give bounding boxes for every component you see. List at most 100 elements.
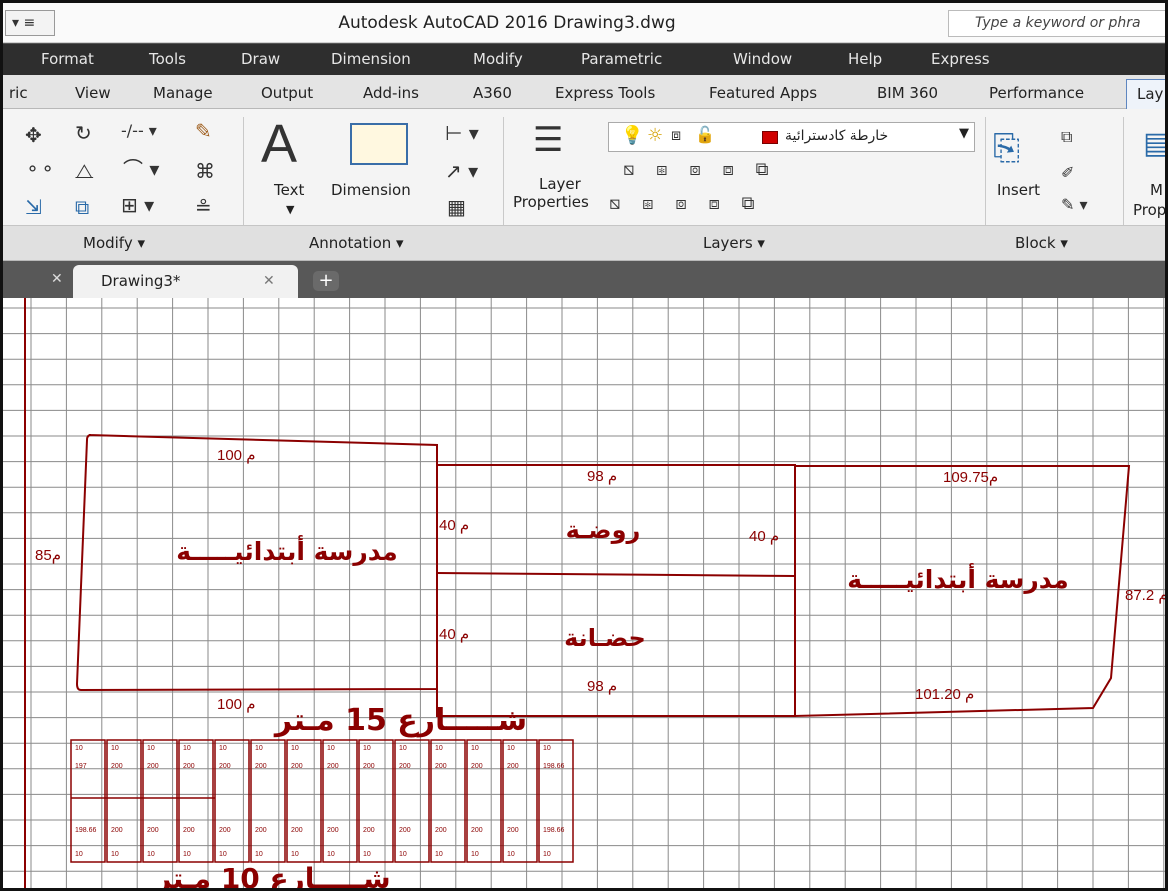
lightbulb-icon[interactable]: 💡 bbox=[621, 127, 643, 145]
mirror-icon[interactable]: ⧍ bbox=[75, 161, 94, 181]
dim-right-side: 87.2 م bbox=[1125, 587, 1168, 604]
plot-bottom-dim: 10 bbox=[543, 851, 551, 858]
tab-bim-360[interactable]: BIM 360 bbox=[877, 84, 938, 102]
offset-icon[interactable]: ≗ bbox=[195, 197, 212, 217]
insert-block-icon[interactable]: ⎘ bbox=[993, 131, 1020, 165]
scale-icon[interactable]: ⧉ bbox=[75, 197, 89, 217]
plot-area-upper: 200 bbox=[111, 763, 123, 770]
layer-tools-row1-icon[interactable]: ⧅ ⧆ ⧇ ⧈ ⧉ bbox=[623, 161, 777, 179]
plot-top-dim: 10 bbox=[399, 745, 407, 752]
match-properties-icon[interactable]: ▤ bbox=[1143, 129, 1165, 159]
dimension-icon[interactable] bbox=[350, 123, 408, 165]
tab-layout[interactable]: Lay bbox=[1126, 79, 1165, 109]
plot-bottom-dim: 10 bbox=[219, 851, 227, 858]
copy-icon[interactable]: ⚬⚬ bbox=[25, 161, 55, 179]
tab-express-tools[interactable]: Express Tools bbox=[555, 84, 655, 102]
file-tab-name: Drawing3* bbox=[101, 272, 181, 290]
array-icon[interactable]: ⊞ ▾ bbox=[121, 195, 154, 215]
match-label-2[interactable]: Prop bbox=[1133, 201, 1165, 219]
drawing-svg[interactable]: مدرسة أبتدائيـــــة روضـة حضـانة مدرسة أ… bbox=[3, 298, 1168, 891]
plot-bottom-dim: 10 bbox=[399, 851, 407, 858]
tab-add-ins[interactable]: Add-ins bbox=[363, 84, 419, 102]
layer-properties-label-1[interactable]: Layer bbox=[539, 175, 581, 193]
plot-top-dim: 10 bbox=[255, 745, 263, 752]
panel-title-modify[interactable]: Modify ▾ bbox=[83, 234, 145, 252]
plot-area-lower: 200 bbox=[219, 827, 231, 834]
sun-icon[interactable]: ☼ bbox=[647, 127, 663, 145]
plot-area-lower: 200 bbox=[183, 827, 195, 834]
plot-area-upper: 198.66 bbox=[543, 763, 565, 770]
edit-block-icon[interactable]: ✐ bbox=[1061, 165, 1074, 181]
unlock-icon[interactable]: 🔓 bbox=[695, 127, 715, 143]
plot-area-lower: 198.66 bbox=[543, 827, 565, 834]
text-icon[interactable]: A bbox=[261, 117, 297, 171]
erase-icon[interactable]: ✎ bbox=[195, 121, 212, 141]
layer-tools-row2-icon[interactable]: ⧅ ⧆ ⧇ ⧈ ⧉ bbox=[609, 195, 763, 213]
viewport-freeze-icon[interactable]: ⧈ bbox=[671, 127, 681, 143]
dim-mid-top: 98 م bbox=[587, 468, 617, 485]
leader-icon[interactable]: ↗ ▾ bbox=[445, 161, 478, 181]
layer-color-swatch[interactable] bbox=[762, 131, 778, 144]
plot-cell bbox=[70, 739, 106, 863]
plot-area-lower: 200 bbox=[147, 827, 159, 834]
tab-performance[interactable]: Performance bbox=[989, 84, 1084, 102]
panel-title-block[interactable]: Block ▾ bbox=[1015, 234, 1068, 252]
tab-parametric[interactable]: ric bbox=[9, 84, 28, 102]
tab-view[interactable]: View bbox=[75, 84, 111, 102]
menu-help[interactable]: Help bbox=[848, 50, 882, 68]
tab-output[interactable]: Output bbox=[261, 84, 313, 102]
plot-area-upper: 200 bbox=[219, 763, 231, 770]
dim-mid-bottom: 98 م bbox=[587, 678, 617, 695]
chevron-down-icon[interactable]: ▼ bbox=[959, 126, 969, 141]
tab-a360[interactable]: A360 bbox=[473, 84, 512, 102]
menu-dimension[interactable]: Dimension bbox=[331, 50, 411, 68]
menu-tools[interactable]: Tools bbox=[149, 50, 186, 68]
menu-window[interactable]: Window bbox=[733, 50, 792, 68]
menu-draw[interactable]: Draw bbox=[241, 50, 280, 68]
close-icon[interactable]: ✕ bbox=[263, 273, 275, 289]
kindergarten-label: روضـة bbox=[566, 516, 641, 544]
rotate-icon[interactable]: ↻ bbox=[75, 123, 92, 143]
layer-name: خارطة كادسترائية bbox=[785, 128, 889, 144]
layer-properties-icon[interactable]: ☰ bbox=[533, 123, 563, 157]
menu-parametric[interactable]: Parametric bbox=[581, 50, 662, 68]
plot-top-dim: 10 bbox=[183, 745, 191, 752]
drawing-canvas[interactable]: مدرسة أبتدائيـــــة روضـة حضـانة مدرسة أ… bbox=[3, 298, 1168, 891]
plot-cell bbox=[502, 739, 538, 863]
panel-title-annotation[interactable]: Annotation ▾ bbox=[309, 234, 404, 252]
close-icon[interactable]: ✕ bbox=[51, 271, 63, 287]
plot-area-lower: 200 bbox=[435, 827, 447, 834]
fillet-icon[interactable]: ⌒ ▾ bbox=[123, 159, 159, 179]
file-tab-drawing3[interactable]: Drawing3* ✕ bbox=[73, 265, 298, 298]
plot-top-dim: 10 bbox=[291, 745, 299, 752]
layer-properties-label-2[interactable]: Properties bbox=[513, 193, 589, 211]
new-tab-button[interactable]: + bbox=[313, 271, 339, 291]
linear-dim-icon[interactable]: ⊢ ▾ bbox=[445, 123, 479, 143]
plot-area-upper: 200 bbox=[471, 763, 483, 770]
move-icon[interactable]: ✥ bbox=[25, 125, 42, 145]
stretch-icon[interactable]: ⇲ bbox=[25, 197, 42, 217]
text-button[interactable]: Text bbox=[274, 181, 304, 199]
edit-attributes-icon[interactable]: ✎ ▾ bbox=[1061, 197, 1088, 213]
menu-express[interactable]: Express bbox=[931, 50, 990, 68]
table-icon[interactable]: ▦ bbox=[447, 197, 466, 217]
panel-title-layers[interactable]: Layers ▾ bbox=[703, 234, 765, 252]
tab-featured-apps[interactable]: Featured Apps bbox=[709, 84, 817, 102]
tab-manage[interactable]: Manage bbox=[153, 84, 213, 102]
plot-cell bbox=[430, 739, 466, 863]
plot-top-dim: 10 bbox=[363, 745, 371, 752]
dimension-button[interactable]: Dimension bbox=[331, 181, 411, 199]
layer-dropdown[interactable]: 💡 ☼ ⧈ 🔓 خارطة كادسترائية ▼ bbox=[608, 122, 975, 152]
insert-button[interactable]: Insert bbox=[997, 181, 1040, 199]
trim-icon[interactable]: -/-- ▾ bbox=[121, 123, 157, 139]
plot-cell bbox=[106, 739, 142, 863]
text-dropdown-icon[interactable]: ▼ bbox=[286, 203, 294, 216]
menu-modify[interactable]: Modify bbox=[473, 50, 523, 68]
match-label-1[interactable]: M bbox=[1150, 181, 1163, 199]
explode-icon[interactable]: ⌘ bbox=[195, 161, 215, 181]
create-block-icon[interactable]: ⧉ bbox=[1061, 129, 1072, 145]
menu-format[interactable]: Format bbox=[41, 50, 94, 68]
plot-area-upper: 200 bbox=[399, 763, 411, 770]
search-input[interactable]: Type a keyword or phra bbox=[948, 10, 1165, 37]
plot-top-dim: 10 bbox=[435, 745, 443, 752]
